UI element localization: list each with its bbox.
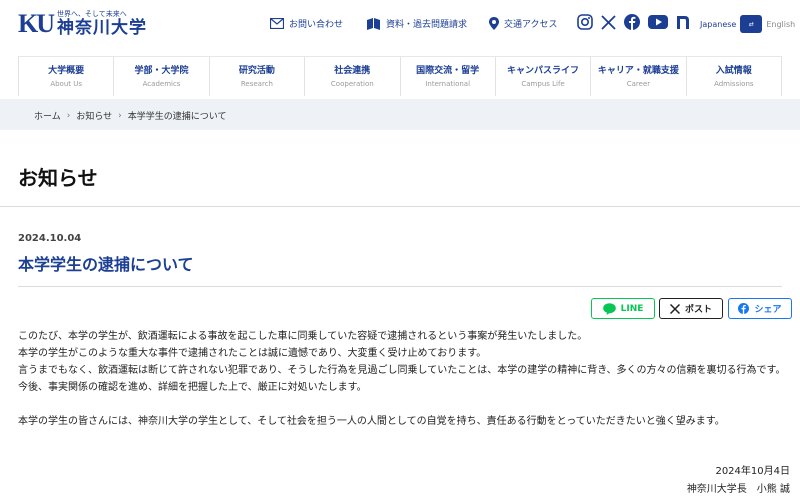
article-paragraph: 本学の学生の皆さんには、神奈川大学の学生として、そして社会を担う一人の人間として… [18,416,725,427]
nav-item-career[interactable]: キャリア・就職支援 Career [590,57,685,96]
instagram-icon[interactable] [577,14,593,30]
contact-link[interactable]: お問い合わせ [270,17,343,30]
access-link[interactable]: 交通アクセス [489,17,558,30]
nav-item-admissions[interactable]: 入試情報 Admissions [685,57,782,96]
facebook-icon[interactable] [624,14,640,30]
map-pin-icon [489,17,499,30]
nav-label: 入試情報 [715,66,752,76]
nav-item-cooperation[interactable]: 社会連携 Cooperation [304,57,399,96]
signature-date: 2024年10月4日 [715,466,790,477]
breadcrumb-news[interactable]: お知らせ [76,109,112,122]
access-label: 交通アクセス [504,20,558,30]
nav-label: 国際交流・留学 [416,66,480,76]
mail-icon [270,18,284,29]
page-title: お知らせ [18,166,98,190]
nav-sublabel: Academics [142,80,181,88]
lang-japanese[interactable]: Japanese [700,20,736,29]
site-header: KU 世界へ、そして未来へ 神奈川大学 お問い合わせ 資料・過去問題請求 交通ア… [0,0,800,52]
nav-label: 社会連携 [334,66,371,76]
materials-link[interactable]: 資料・過去問題請求 [366,17,467,30]
nav-sublabel: Admissions [714,80,754,88]
nav-label: 大学概要 [48,66,85,76]
contact-label: お問い合わせ [289,20,344,30]
breadcrumb-current: 本学学生の逮捕について [127,112,227,122]
x-icon [669,303,680,314]
share-line-label: LINE [620,303,644,314]
x-icon[interactable] [601,14,616,30]
social-links [577,14,690,30]
global-nav: 大学概要 About Us 学部・大学院 Academics 研究活動 Researc… [18,56,782,96]
language-switch[interactable]: Japanese ⇄ English [700,15,795,33]
logo-mark: KU [18,8,55,38]
nav-label: 学部・大学院 [134,66,189,76]
signature-name: 神奈川大学長 小熊 誠 [686,484,790,495]
nav-label: 研究活動 [238,66,275,76]
facebook-icon [738,303,750,314]
share-facebook-label: シェア [754,305,782,315]
breadcrumb: ホーム › お知らせ › 本学学生の逮捕について [34,109,227,123]
page-title-bar [0,131,800,207]
lang-english[interactable]: English [766,20,795,29]
breadcrumb-bar: ホーム › お知らせ › 本学学生の逮捕について [0,99,800,130]
article-paragraph: 今後、事実関係の確認を進め、詳細を把握した上で、厳正に対処いたします。 [18,382,367,393]
nav-item-campus-life[interactable]: キャンパスライフ Campus Life [494,57,590,96]
nav-item-academics[interactable]: 学部・大学院 Academics [113,57,208,96]
nav-label: キャリア・就職支援 [597,66,679,76]
breadcrumb-home[interactable]: ホーム [34,109,61,122]
divider [18,286,782,287]
share-line-button[interactable]: LINE [591,298,655,319]
nav-item-international[interactable]: 国際交流・留学 International [399,57,495,96]
nav-sublabel: Campus Life [521,80,565,88]
article-body: このたび、本学の学生が、飲酒運転による事故を起こした車に同乗していた容疑で逮捕さ… [18,328,788,430]
materials-label: 資料・過去問題請求 [386,20,468,30]
share-x-button[interactable]: ポスト [659,298,723,319]
note-icon[interactable] [676,15,690,29]
nav-sublabel: About Us [50,80,83,88]
university-logo[interactable]: KU 世界へ、そして未来へ 神奈川大学 [18,10,147,37]
article-paragraph: 言うまでもなく、飲酒運転は断じて許されない犯罪であり、そうした行為を見過ごし同乗… [18,365,786,376]
line-icon [602,302,616,315]
article-title: 本学学生の逮捕について [18,255,194,274]
nav-label: キャンパスライフ [507,66,580,76]
book-icon [367,17,380,30]
chevron-right-icon: › [118,110,122,121]
nav-sublabel: Career [626,80,651,88]
nav-sublabel: Cooperation [330,80,374,88]
nav-item-about[interactable]: 大学概要 About Us [18,57,113,96]
nav-item-research[interactable]: 研究活動 Research [208,57,304,96]
youtube-icon[interactable] [648,15,668,29]
language-toggle-icon[interactable]: ⇄ [740,15,763,33]
article-paragraph: 本学の学生がこのような重大な事件で逮捕されたことは誠に遺憾であり、大変重く受け止… [18,348,487,359]
nav-sublabel: International [425,80,471,88]
share-facebook-button[interactable]: シェア [728,298,792,319]
chevron-right-icon: › [66,110,71,121]
logo-name: 神奈川大学 [57,18,147,38]
nav-sublabel: Research [240,80,273,88]
article-paragraph: このたび、本学の学生が、飲酒運転による事故を起こした車に同乗していた容疑で逮捕さ… [18,331,588,342]
share-x-label: ポスト [684,305,712,315]
article-date: 2024.10.04 [18,233,82,244]
